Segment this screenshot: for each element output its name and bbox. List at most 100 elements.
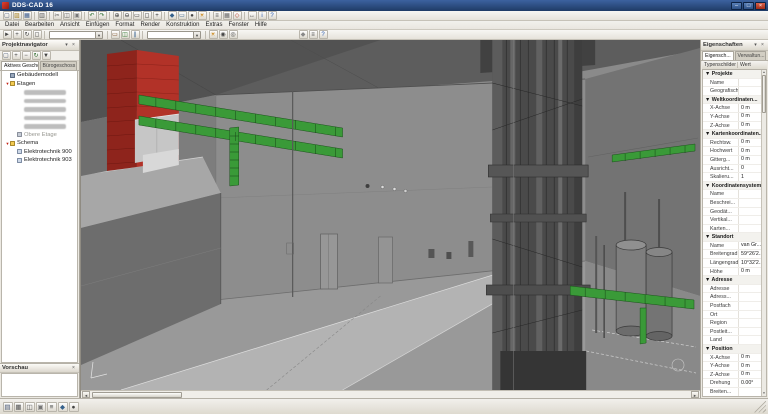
- property-row[interactable]: Name: [703, 190, 761, 199]
- view-3d-icon[interactable]: ◆: [167, 11, 177, 20]
- dock-model-icon[interactable]: ▦: [13, 401, 24, 412]
- redo-icon[interactable]: ↷: [97, 11, 107, 20]
- dock-project-icon[interactable]: ▤: [2, 401, 13, 412]
- pipe-tool-icon[interactable]: ∥: [130, 30, 140, 39]
- minimize-button[interactable]: –: [731, 1, 742, 10]
- tree-item[interactable]: ▼ Etagen: [2, 80, 77, 89]
- menu-render[interactable]: Render: [137, 22, 163, 28]
- property-row[interactable]: Geografisch...: [703, 87, 761, 96]
- property-row[interactable]: Name: [703, 78, 761, 88]
- zoom-in-icon[interactable]: ⊕: [112, 11, 122, 20]
- close-icon[interactable]: ×: [759, 42, 766, 49]
- property-row[interactable]: Beschrei...: [703, 198, 761, 208]
- duct-tool-icon[interactable]: ◫: [120, 30, 130, 39]
- property-row[interactable]: Breiten...: [703, 387, 761, 396]
- collapse-all-icon[interactable]: −: [21, 51, 31, 60]
- undo-icon[interactable]: ↶: [87, 11, 97, 20]
- measure-icon[interactable]: ↔: [247, 11, 257, 20]
- help-icon[interactable]: ?: [267, 11, 277, 20]
- layers-icon[interactable]: ≡: [212, 11, 222, 20]
- new-item-icon[interactable]: ▢: [1, 51, 11, 60]
- pan-icon[interactable]: +: [152, 11, 162, 20]
- dock-settings-icon[interactable]: ●: [68, 401, 79, 412]
- print-icon[interactable]: ▥: [37, 11, 47, 20]
- property-group[interactable]: ▼ Koordinatensystem...: [703, 181, 761, 191]
- view-settings-icon[interactable]: ≡: [308, 30, 318, 39]
- view-plan-icon[interactable]: ▭: [177, 11, 187, 20]
- grid-icon[interactable]: ▦: [222, 11, 232, 20]
- storey-selector[interactable]: ▾: [49, 30, 103, 39]
- tree-item-redacted[interactable]: [2, 88, 77, 97]
- wall-tool-icon[interactable]: ▭: [110, 30, 120, 39]
- tree-item-redacted[interactable]: [2, 97, 77, 106]
- property-row[interactable]: Karten...: [703, 224, 761, 234]
- sun-study-icon[interactable]: ◆: [298, 30, 308, 39]
- snap-icon[interactable]: ◇: [232, 11, 242, 20]
- menu-bearbeiten[interactable]: Bearbeiten: [22, 22, 57, 28]
- paste-icon[interactable]: ▣: [72, 11, 82, 20]
- property-row[interactable]: Postleit...: [703, 327, 761, 337]
- properties-tab[interactable]: Verwaltun...: [734, 51, 766, 60]
- property-row[interactable]: Vertikal...: [703, 216, 761, 225]
- menu-konstruktion[interactable]: Konstruktion: [163, 22, 202, 28]
- dock-list-icon[interactable]: ◆: [57, 401, 68, 412]
- property-row[interactable]: Ort: [703, 310, 761, 320]
- zoom-out-icon[interactable]: ⊖: [122, 11, 132, 20]
- render-icon[interactable]: ☀: [197, 11, 207, 20]
- tree-item[interactable]: Elektrotechnik 903: [2, 156, 77, 165]
- filter-icon[interactable]: ▼: [41, 51, 51, 60]
- tree-item-redacted[interactable]: [2, 105, 77, 114]
- dock-layers-icon[interactable]: ≡: [46, 401, 57, 412]
- property-row[interactable]: Drehung 0.00°: [703, 379, 761, 388]
- menu-fenster[interactable]: Fenster: [226, 22, 252, 28]
- save-icon[interactable]: ▦: [22, 11, 32, 20]
- properties-tab[interactable]: Eigensch...: [702, 51, 734, 60]
- cut-icon[interactable]: ✂: [52, 11, 62, 20]
- navigator-tab[interactable]: Bürogeschoss (B): [39, 61, 77, 70]
- menu-hilfe[interactable]: Hilfe: [252, 22, 270, 28]
- switch-tool-icon[interactable]: ◉: [218, 30, 228, 39]
- column-header-value[interactable]: Wert: [738, 62, 767, 68]
- socket-tool-icon[interactable]: ◎: [228, 30, 238, 39]
- expand-all-icon[interactable]: +: [11, 51, 21, 60]
- zoom-all-icon[interactable]: ◻: [142, 11, 152, 20]
- tree-item-redacted[interactable]: [2, 114, 77, 123]
- property-row[interactable]: Skalieru... 1: [703, 173, 761, 182]
- menu-ansicht[interactable]: Ansicht: [57, 22, 83, 28]
- property-row[interactable]: Region: [703, 319, 761, 328]
- scroll-right-icon[interactable]: ►: [691, 391, 699, 398]
- menu-extras[interactable]: Extras: [202, 22, 225, 28]
- titlebar[interactable]: DDS-CAD 16 – □ ×: [0, 0, 768, 11]
- pin-icon[interactable]: ▾: [63, 42, 70, 49]
- open-folder-icon[interactable]: ▨: [12, 11, 22, 20]
- camera-icon[interactable]: ●: [187, 11, 197, 20]
- close-button[interactable]: ×: [755, 1, 766, 10]
- context-help-icon[interactable]: ?: [318, 30, 328, 39]
- vscroll-thumb[interactable]: [762, 75, 766, 113]
- refresh-icon[interactable]: ↻: [31, 51, 41, 60]
- tree-item[interactable]: Gebäudemodell: [2, 71, 77, 80]
- property-row[interactable]: Land: [703, 336, 761, 345]
- tree-item[interactable]: ▼ Schema: [2, 139, 77, 148]
- copy-icon[interactable]: ◫: [62, 11, 72, 20]
- close-icon[interactable]: ×: [70, 42, 77, 49]
- scroll-down-icon[interactable]: ▼: [762, 391, 767, 396]
- property-row[interactable]: Geodät...: [703, 207, 761, 217]
- maximize-button[interactable]: □: [743, 1, 754, 10]
- menu-datei[interactable]: Datei: [2, 22, 22, 28]
- navigator-tab[interactable]: Aktives Geschoss: [1, 61, 39, 70]
- new-file-icon[interactable]: ▢: [2, 11, 12, 20]
- viewport-3d-scene[interactable]: [81, 40, 700, 390]
- property-row[interactable]: Postfach: [703, 302, 761, 311]
- column-header-name[interactable]: Typenschilder: [702, 62, 738, 68]
- scroll-left-icon[interactable]: ◄: [82, 391, 90, 398]
- info-icon[interactable]: i: [257, 11, 267, 20]
- orbit-tool-icon[interactable]: ↻: [22, 30, 32, 39]
- property-row[interactable]: Adresse: [703, 284, 761, 294]
- property-row[interactable]: Z-Achse 0 m: [703, 121, 761, 131]
- select-tool-icon[interactable]: ►: [2, 30, 12, 39]
- close-icon[interactable]: ×: [70, 365, 77, 372]
- properties-vscrollbar[interactable]: ▲ ▼: [761, 70, 766, 396]
- light-tool-icon[interactable]: ☀: [208, 30, 218, 39]
- pin-icon[interactable]: ▾: [752, 42, 759, 49]
